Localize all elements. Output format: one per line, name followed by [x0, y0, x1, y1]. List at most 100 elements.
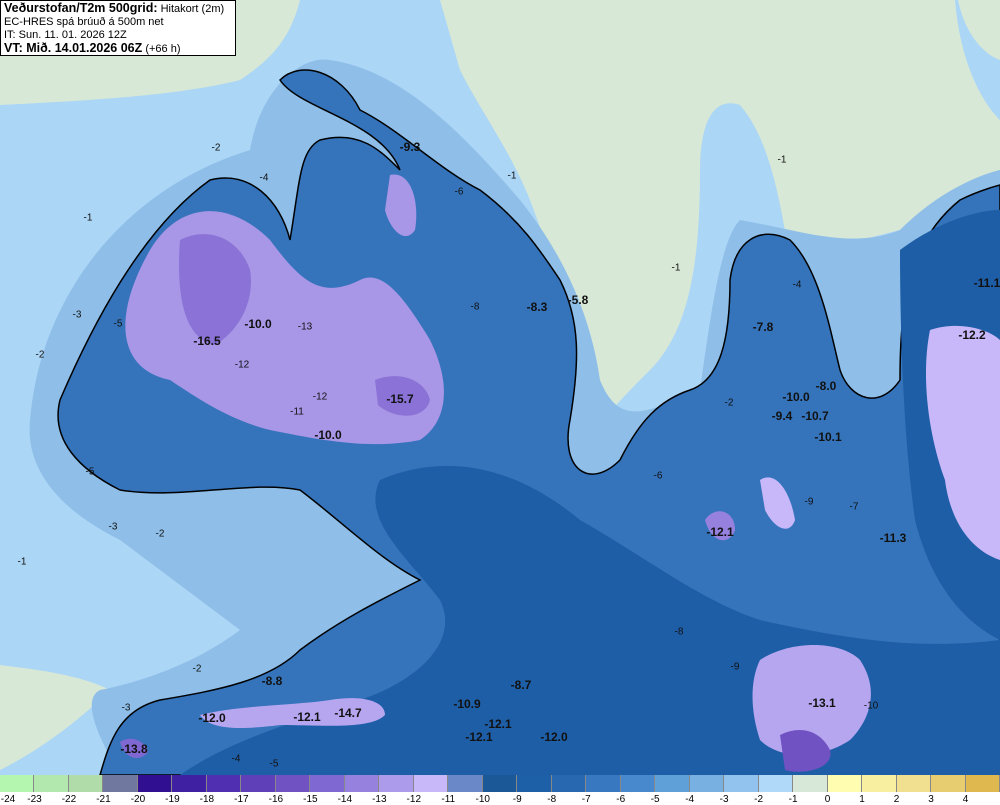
legend-tick-label: -8: [547, 794, 557, 805]
legend-tick-label: -24: [0, 794, 16, 805]
legend-swatch: [965, 775, 1000, 792]
legend-tick-label: 3: [928, 794, 934, 805]
legend-tick-label: -15: [303, 794, 318, 805]
legend-swatch: [379, 775, 414, 792]
temp-label: -13.1: [808, 696, 836, 710]
legend-swatch: [241, 775, 276, 792]
temp-label: -12.1: [293, 710, 321, 724]
legend-tick-label: -16: [268, 794, 284, 805]
contour-label: -3: [121, 702, 131, 714]
legend-swatch: [206, 775, 242, 792]
temp-label: -8.7: [510, 678, 532, 692]
legend-tick-label: -5: [650, 794, 660, 805]
temp-label: -10.0: [314, 428, 342, 442]
temp-label: -12.0: [540, 730, 568, 744]
product-title: Veðurstofan/T2m 500grid:: [4, 1, 158, 15]
temp-label: -8.3: [526, 300, 548, 314]
contour-label: -6: [454, 186, 464, 198]
forecast-hour: (+66 h): [145, 43, 181, 55]
contour-label: -8: [470, 301, 480, 313]
contour-label: -2: [155, 528, 165, 540]
contour-label: -11: [290, 406, 304, 418]
contour-label: -1: [507, 170, 517, 182]
legend-swatch: [689, 775, 725, 792]
product-subtitle: Hitakort (2m): [160, 3, 225, 15]
temp-label: -8.0: [815, 379, 837, 393]
legend-swatch: [0, 775, 35, 792]
legend-swatch: [344, 775, 380, 792]
temp-label: -12.0: [198, 711, 226, 725]
legend-tick-label: 0: [824, 794, 831, 805]
valid-time: VT: Mið. 14.01.2026 06Z: [4, 41, 143, 55]
temp-label: -11.1: [973, 276, 1000, 290]
temp-label: -13.8: [120, 742, 148, 756]
legend-swatch: [827, 775, 863, 792]
contour-label: -2: [724, 397, 734, 409]
legend-swatch: [793, 775, 828, 792]
legend-swatch: [68, 775, 104, 792]
contour-label: -2: [192, 663, 202, 675]
legend-tick-label: -22: [61, 794, 77, 805]
contour-label: -5: [113, 318, 123, 330]
contour-label: -3: [108, 521, 118, 533]
contour-label: -4: [231, 753, 241, 765]
legend-swatch: [724, 775, 759, 792]
legend-swatch: [620, 775, 656, 792]
temp-label: -8.8: [261, 674, 283, 688]
contour-label: -5: [269, 758, 279, 770]
legend-swatch: [482, 775, 518, 792]
contour-label: -7: [849, 501, 859, 513]
legend-tick-label: -17: [234, 794, 249, 805]
temp-label: -12.1: [706, 525, 734, 539]
contour-label: -3: [72, 309, 82, 321]
title-line: Veðurstofan/T2m 500grid: Hitakort (2m): [4, 2, 232, 16]
model-info: EC-HRES spá brúuð á 500m net: [4, 16, 164, 28]
legend-swatch: [655, 775, 690, 792]
legend-swatch: [896, 775, 932, 792]
legend-swatch: [517, 775, 552, 792]
legend-swatch: [931, 775, 966, 792]
legend-swatch: [551, 775, 587, 792]
contour-label: -1: [671, 262, 681, 274]
legend-swatch: [586, 775, 621, 792]
contour-label: -6: [653, 470, 663, 482]
legend-tick-label: -1: [788, 794, 798, 805]
temp-label: -7.8: [752, 320, 774, 334]
legend-swatch: [448, 775, 483, 792]
legend-tick-label: 1: [859, 794, 865, 805]
contour-label: -5: [85, 466, 95, 478]
legend-swatch: [862, 775, 897, 792]
legend-swatch: [310, 775, 345, 792]
legend-tick-label: -23: [27, 794, 42, 805]
contour-label: -9: [804, 496, 814, 508]
legend-tick-label: -19: [165, 794, 180, 805]
legend-tick-label: -4: [685, 794, 695, 805]
legend-tick-label: 4: [962, 794, 969, 805]
legend-tick-label: -12: [406, 794, 422, 805]
legend-swatch: [137, 775, 173, 792]
temp-label: -14.7: [334, 706, 362, 720]
legend-tick-label: -10: [475, 794, 490, 805]
temp-label: -10.0: [782, 390, 810, 404]
legend-tick-label: -11: [441, 794, 456, 805]
temperature-map: [0, 0, 1000, 775]
legend-swatch: [758, 775, 794, 792]
contour-label: -1: [83, 212, 93, 224]
temp-label: -10.7: [801, 409, 829, 423]
legend-swatch: [275, 775, 311, 792]
temp-label: -16.5: [193, 334, 221, 348]
contour-label: -9: [730, 661, 740, 673]
valid-time-line: VT: Mið. 14.01.2026 06Z (+66 h): [4, 42, 232, 56]
legend-swatch: [34, 775, 69, 792]
legend-tick-label: -2: [754, 794, 764, 805]
temp-label: -15.7: [386, 392, 414, 406]
contour-label: -2: [35, 349, 45, 361]
map-title-box: Veðurstofan/T2m 500grid: Hitakort (2m) E…: [0, 0, 236, 56]
legend-tick-label: -18: [199, 794, 215, 805]
contour-label: -1: [777, 154, 787, 166]
legend-swatch: [103, 775, 138, 792]
contour-label: -2: [211, 142, 221, 154]
temp-label: -12.2: [958, 328, 986, 342]
color-legend: -24 -23 -22 -21 -20 -19 -18 -17 -16 -15 -14 -13 -12-…: [0, 775, 1000, 805]
legend-swatch: [172, 775, 207, 792]
